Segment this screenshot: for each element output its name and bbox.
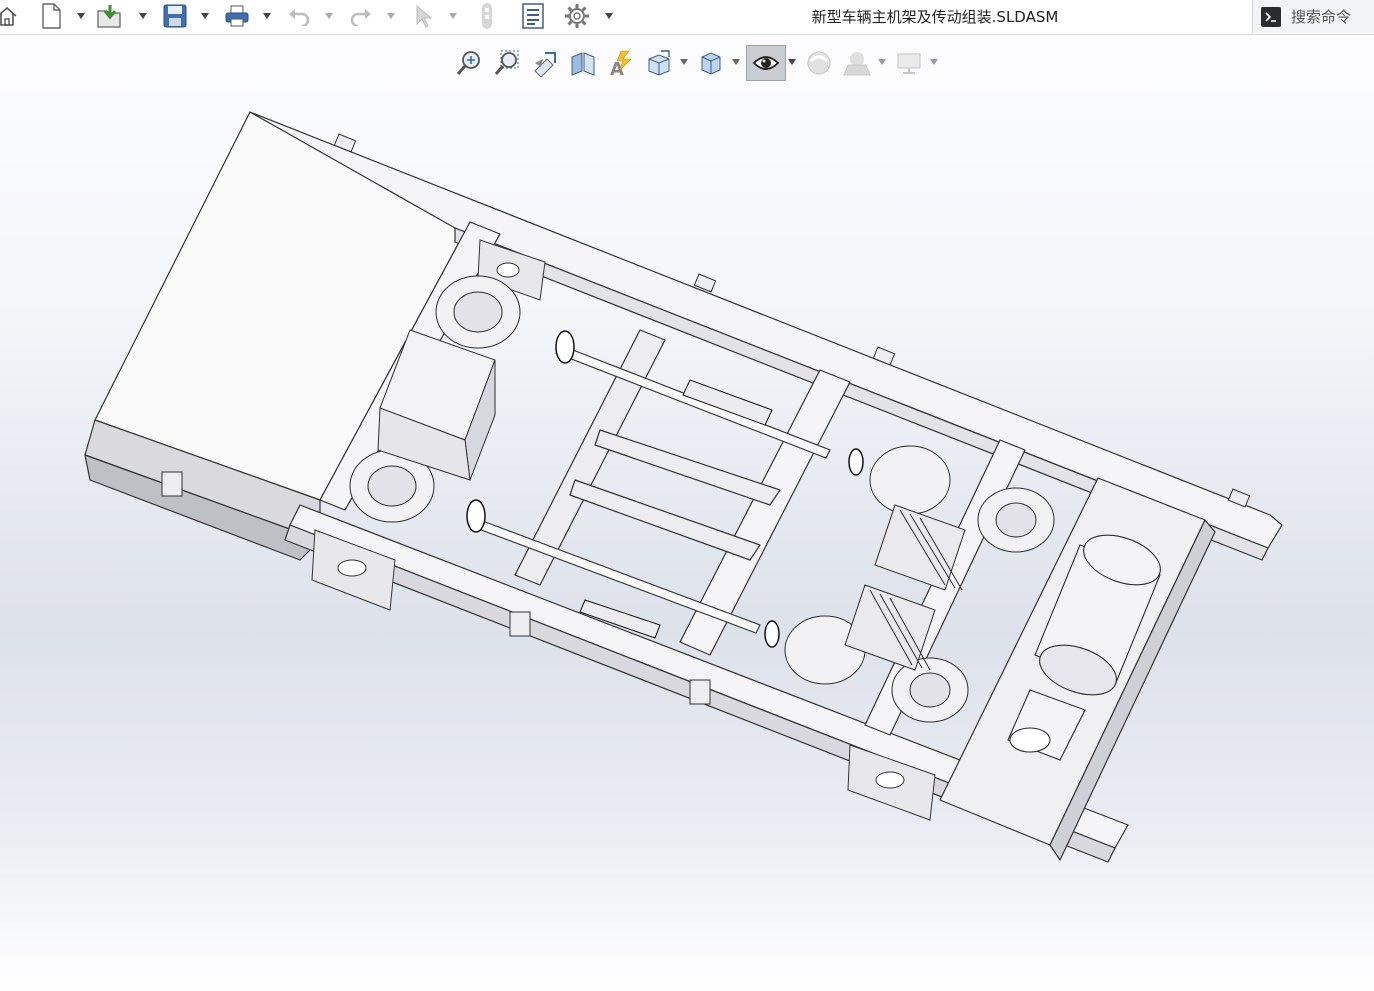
chevron-down-icon[interactable] (386, 10, 396, 22)
chevron-down-icon[interactable] (138, 10, 148, 22)
title-toolbar: 新型车辆主机架及传动组装.SLDASM 搜索命令 (0, 0, 1374, 35)
open-icon[interactable] (96, 1, 126, 31)
chevron-down-icon[interactable] (448, 10, 458, 22)
file-properties-icon[interactable] (518, 1, 548, 31)
redo-icon[interactable] (346, 1, 376, 31)
rebuild-icon[interactable] (472, 1, 502, 31)
print-icon[interactable] (222, 1, 252, 31)
undo-icon[interactable] (284, 1, 314, 31)
home-icon[interactable] (0, 1, 22, 31)
select-icon[interactable] (408, 1, 438, 31)
chevron-down-icon[interactable] (324, 10, 334, 22)
command-search[interactable]: 搜索命令 (1252, 0, 1374, 33)
chevron-down-icon[interactable] (76, 10, 86, 22)
search-placeholder: 搜索命令 (1291, 8, 1352, 26)
save-icon[interactable] (160, 1, 190, 31)
chassis-frame-model[interactable] (0, 35, 1374, 991)
chevron-down-icon[interactable] (262, 10, 272, 22)
chevron-down-icon[interactable] (200, 10, 210, 22)
chevron-down-icon[interactable] (604, 10, 614, 22)
graphics-area[interactable]: A (0, 35, 1374, 991)
new-document-icon[interactable] (36, 1, 66, 31)
terminal-icon (1261, 6, 1281, 27)
options-gear-icon[interactable] (562, 1, 592, 31)
document-title: 新型车辆主机架及传动组装.SLDASM (811, 8, 1059, 26)
